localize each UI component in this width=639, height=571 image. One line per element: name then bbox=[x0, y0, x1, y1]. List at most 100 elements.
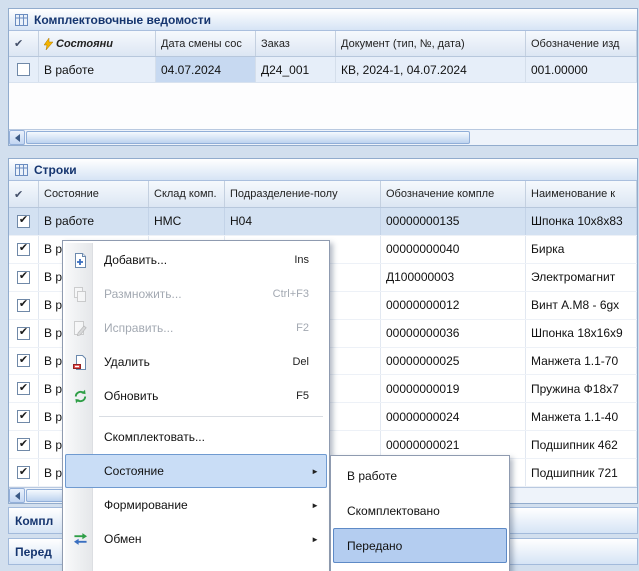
column-header-date[interactable]: Дата смены сос bbox=[156, 31, 256, 56]
menu-item-refresh[interactable]: Обновить F5 bbox=[65, 379, 327, 413]
checkmark-icon: ✔ bbox=[19, 411, 28, 422]
vedomosti-hscrollbar[interactable] bbox=[9, 129, 637, 145]
menu-item-formation[interactable]: Формирование ► bbox=[65, 488, 327, 522]
cell-designation[interactable]: 00000000012 bbox=[381, 292, 526, 319]
checkmark-icon: ✔ bbox=[19, 271, 28, 282]
menu-item-state[interactable]: Состояние ► bbox=[65, 454, 327, 488]
row-checkbox-checked[interactable]: ✔ bbox=[17, 382, 30, 395]
cell-name[interactable]: Электромагнит bbox=[526, 264, 637, 291]
row-checkbox-checked[interactable]: ✔ bbox=[17, 299, 30, 312]
scroll-thumb[interactable] bbox=[26, 131, 470, 144]
checkmark-icon: ✔ bbox=[19, 439, 28, 450]
submenu-item-in-work[interactable]: В работе bbox=[333, 458, 507, 493]
column-header-warehouse[interactable]: Склад комп. bbox=[149, 181, 225, 207]
vedomosti-empty-area bbox=[9, 83, 637, 129]
cell-order[interactable]: Д24_001 bbox=[256, 57, 336, 82]
cell-name[interactable]: Винт А.М8 - 6gх bbox=[526, 292, 637, 319]
copy-document-icon bbox=[65, 287, 95, 302]
delete-document-icon bbox=[65, 355, 95, 370]
column-header-document[interactable]: Документ (тип, №, дата) bbox=[336, 31, 526, 56]
cell-designation[interactable]: 00000000024 bbox=[381, 403, 526, 430]
row-checkbox-checked[interactable]: ✔ bbox=[17, 354, 30, 367]
row-checkbox-checked[interactable]: ✔ bbox=[17, 215, 30, 228]
cell-designation[interactable]: 001.00000 bbox=[526, 57, 637, 82]
cell-name[interactable]: Шпонка 10x8x83 bbox=[526, 208, 637, 235]
checkmark-icon: ✔ bbox=[19, 243, 28, 254]
cell-designation[interactable]: Д100000003 bbox=[381, 264, 526, 291]
panel-title: Строки bbox=[34, 163, 77, 177]
cell-select[interactable]: ✔ bbox=[9, 208, 39, 235]
row-checkbox-checked[interactable]: ✔ bbox=[17, 466, 30, 479]
column-header-select[interactable]: ✔ bbox=[9, 181, 39, 207]
row-checkbox-checked[interactable]: ✔ bbox=[17, 271, 30, 284]
cell-designation[interactable]: 00000000036 bbox=[381, 320, 526, 347]
cell-name[interactable]: Шпонка 18х16х9 bbox=[526, 320, 637, 347]
table-row: ✔ В работе НМС Н04 00000000135 Шпонка 10… bbox=[9, 208, 637, 236]
scroll-left-icon bbox=[15, 492, 20, 500]
panel-grid-icon bbox=[15, 164, 28, 176]
cell-select[interactable]: ✔ bbox=[9, 320, 39, 347]
panel-title: Компл bbox=[15, 514, 53, 528]
cell-name[interactable]: Бирка bbox=[526, 236, 637, 263]
cell-designation[interactable]: 00000000135 bbox=[381, 208, 526, 235]
panel-title: Перед bbox=[15, 545, 52, 559]
cell-select[interactable]: ✔ bbox=[9, 236, 39, 263]
checkmark-icon: ✔ bbox=[19, 327, 28, 338]
column-header-name[interactable]: Наименование к bbox=[526, 181, 637, 207]
row-checkbox-checked[interactable]: ✔ bbox=[17, 327, 30, 340]
checkmark-icon: ✔ bbox=[19, 299, 28, 310]
submenu-arrow-icon: ► bbox=[311, 501, 319, 510]
menu-item-exchange[interactable]: Обмен ► bbox=[65, 522, 327, 556]
cell-select[interactable]: ✔ bbox=[9, 264, 39, 291]
submenu-item-transferred[interactable]: Передано bbox=[333, 528, 507, 563]
cell-state[interactable]: В работе bbox=[39, 208, 149, 235]
menu-item-delete[interactable]: Удалить Del bbox=[65, 345, 327, 379]
checkmark-icon: ✔ bbox=[19, 467, 28, 478]
column-header-designation[interactable]: Обозначение компле bbox=[381, 181, 526, 207]
cell-select[interactable] bbox=[9, 57, 39, 82]
cell-name[interactable]: Подшипник 462 bbox=[526, 431, 637, 458]
cell-select[interactable]: ✔ bbox=[9, 431, 39, 458]
column-header-state[interactable]: Состояни bbox=[39, 31, 156, 56]
column-header-department[interactable]: Подразделение-полу bbox=[225, 181, 381, 207]
cell-name[interactable]: Подшипник 721 bbox=[526, 459, 637, 486]
cell-state[interactable]: В работе bbox=[39, 57, 156, 82]
cell-name[interactable]: Пружина Ф18х7 bbox=[526, 375, 637, 402]
panel-header-stroki[interactable]: Строки bbox=[9, 159, 637, 181]
row-checkbox-checked[interactable]: ✔ bbox=[17, 243, 30, 256]
cell-select[interactable]: ✔ bbox=[9, 348, 39, 375]
row-checkbox-unchecked[interactable] bbox=[17, 63, 30, 76]
submenu-arrow-icon: ► bbox=[311, 467, 319, 476]
refresh-icon bbox=[65, 389, 95, 404]
scroll-left-button[interactable] bbox=[9, 488, 25, 503]
panel-header-vedomosti[interactable]: Комплектовочные ведомости bbox=[9, 9, 637, 31]
edit-document-icon bbox=[65, 321, 95, 336]
row-checkbox-checked[interactable]: ✔ bbox=[17, 410, 30, 423]
row-checkbox-checked[interactable]: ✔ bbox=[17, 438, 30, 451]
cell-name[interactable]: Манжета 1.1-40 bbox=[526, 403, 637, 430]
menu-item-duplicate[interactable]: Размножить... Ctrl+F3 bbox=[65, 277, 327, 311]
menu-item-add[interactable]: Добавить... Ins bbox=[65, 243, 327, 277]
stroki-column-headers: ✔ Состояние Склад комп. Подразделение-по… bbox=[9, 181, 637, 208]
cell-document[interactable]: КВ, 2024-1, 04.07.2024 bbox=[336, 57, 526, 82]
column-header-order[interactable]: Заказ bbox=[256, 31, 336, 56]
column-header-state[interactable]: Состояние bbox=[39, 181, 149, 207]
cell-designation[interactable]: 00000000019 bbox=[381, 375, 526, 402]
checkmark-icon: ✔ bbox=[19, 215, 28, 226]
cell-select[interactable]: ✔ bbox=[9, 459, 39, 486]
cell-select[interactable]: ✔ bbox=[9, 375, 39, 402]
column-header-designation[interactable]: Обозначение изд bbox=[526, 31, 637, 56]
scroll-left-button[interactable] bbox=[9, 130, 25, 145]
cell-designation[interactable]: 00000000040 bbox=[381, 236, 526, 263]
cell-date[interactable]: 04.07.2024 bbox=[156, 57, 256, 82]
cell-warehouse[interactable]: НМС bbox=[149, 208, 225, 235]
cell-designation[interactable]: 00000000025 bbox=[381, 348, 526, 375]
cell-name[interactable]: Манжета 1.1-70 bbox=[526, 348, 637, 375]
menu-item-edit[interactable]: Исправить... F2 bbox=[65, 311, 327, 345]
submenu-item-assembled[interactable]: Скомплектовано bbox=[333, 493, 507, 528]
column-header-select[interactable]: ✔ bbox=[9, 31, 39, 56]
menu-item-assemble[interactable]: Скомплектовать... bbox=[65, 420, 327, 454]
cell-department[interactable]: Н04 bbox=[225, 208, 381, 235]
cell-select[interactable]: ✔ bbox=[9, 403, 39, 430]
cell-select[interactable]: ✔ bbox=[9, 292, 39, 319]
